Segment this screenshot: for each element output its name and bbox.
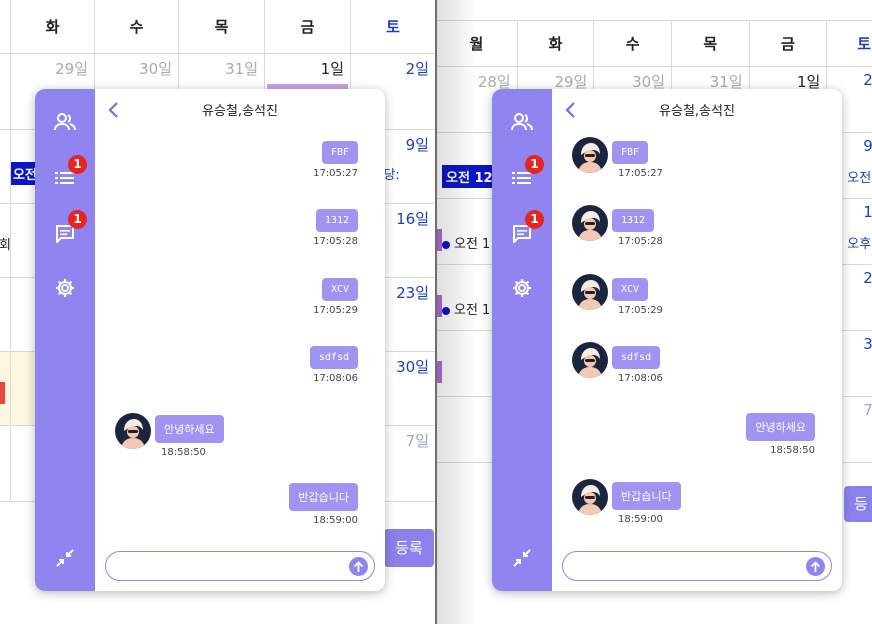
send-button[interactable] [349, 557, 368, 576]
day-cell[interactable]: 회 [0, 203, 11, 278]
weekday-header: 수 [593, 20, 672, 67]
message-time: 17:08:06 [313, 373, 358, 384]
event-tag[interactable] [0, 382, 5, 404]
chat-panel: 1 1 유승철,송석진 FBF 17:05:27 1312 17:05:28 X… [35, 89, 385, 591]
message-received: 반갑습니다 18:59:00 [612, 482, 681, 525]
weekday-header-prev [0, 0, 11, 54]
message-time: 17:05:27 [618, 168, 663, 179]
message-bubble[interactable]: 반갑습니다 [612, 482, 681, 510]
message-received: FBF 17:05:27 [612, 140, 663, 179]
chat-badge: 1 [68, 210, 87, 229]
message-time: 18:58:50 [161, 447, 206, 458]
message-sent: 1312 17:05:28 [313, 208, 358, 247]
message-received: 안녕하세요 18:58:50 [155, 415, 224, 458]
message-bubble[interactable]: 안녕하세요 [155, 415, 224, 443]
message-list: FBF 17:05:27 1312 17:05:28 XCV 17:05:29 … [95, 89, 385, 591]
message-input[interactable] [116, 552, 351, 580]
chat-badge: 1 [525, 210, 544, 229]
message-time: 18:59:00 [313, 515, 358, 526]
avatar[interactable] [572, 274, 608, 310]
message-time: 17:05:27 [313, 168, 358, 179]
message-time: 17:05:29 [313, 305, 358, 316]
message-time: 17:05:29 [618, 305, 663, 316]
avatar[interactable] [572, 479, 608, 515]
day-cell[interactable] [0, 277, 11, 352]
day-cell[interactable] [0, 425, 11, 502]
event-tag[interactable] [437, 229, 442, 251]
weekday-header: 금 [264, 0, 351, 54]
message-time: 18:58:50 [770, 445, 815, 456]
message-bubble[interactable]: XCV [321, 278, 358, 301]
message-bubble[interactable]: 1312 [315, 209, 358, 232]
list-badge: 1 [68, 155, 87, 174]
weekday-header-saturday: 토 [826, 20, 872, 67]
event-label[interactable]: 오후 1 [847, 233, 872, 252]
message-list: FBF 17:05:27 1312 17:05:28 XCV 17:05:29 [552, 89, 842, 591]
left-window: 화 수 목 금 토 29일 오 30일 31일 1일 2일 오전 9일 전 4시… [0, 0, 435, 624]
message-sent: XCV 17:05:29 [313, 277, 358, 316]
message-bubble[interactable]: 1312 [612, 209, 655, 232]
message-bubble[interactable]: sdfsd [612, 346, 661, 369]
chat-sidebar: 1 1 [492, 89, 552, 591]
right-window: 월 화 수 목 금 토 28일 29일 30일 31일 1일 2 4오전 12시… [437, 0, 872, 624]
message-sent: 반갑습니다 18:59:00 [289, 483, 358, 526]
message-sent: sdfsd 17:08:06 [309, 345, 358, 384]
day-cell[interactable] [0, 53, 11, 130]
message-bubble[interactable]: XCV [612, 278, 649, 301]
minimize-icon[interactable] [507, 543, 537, 573]
weekday-header: 금 [748, 20, 828, 67]
event-label[interactable]: 오전 4 [847, 167, 872, 186]
weekday-header: 수 [94, 0, 179, 54]
message-time: 17:05:28 [313, 236, 358, 247]
event-dot [442, 306, 450, 315]
message-time: 17:05:28 [618, 236, 663, 247]
register-button[interactable]: 등록 [384, 529, 434, 567]
users-icon[interactable] [507, 107, 537, 137]
day-cell[interactable] [0, 351, 11, 426]
event-label[interactable]: 회 [0, 234, 10, 253]
event-tag[interactable] [437, 361, 442, 383]
message-received: XCV 17:05:29 [612, 277, 663, 316]
event-dot [442, 240, 450, 249]
message-bubble[interactable]: FBF [321, 141, 358, 164]
weekday-header: 월 [437, 20, 518, 67]
chat-panel: 1 1 유승철,송석진 FBF 17:05:27 1312 17:05:28 X… [492, 89, 842, 591]
avatar[interactable] [572, 137, 608, 173]
send-button[interactable] [806, 557, 825, 576]
message-time: 17:08:06 [618, 373, 663, 384]
event-tag[interactable] [437, 295, 442, 317]
avatar[interactable] [572, 205, 608, 241]
gear-icon[interactable] [507, 273, 537, 303]
event-label[interactable]: 오전 1 [454, 303, 490, 318]
weekday-header: 화 [516, 20, 595, 67]
message-received: sdfsd 17:08:06 [612, 345, 663, 384]
message-bubble[interactable]: sdfsd [309, 346, 358, 369]
message-input-box [105, 551, 375, 581]
message-input-box [562, 551, 832, 581]
weekday-header: 화 [10, 0, 95, 54]
gear-icon[interactable] [50, 273, 80, 303]
avatar[interactable] [115, 413, 151, 449]
weekday-header: 목 [178, 0, 265, 54]
event-label[interactable]: 오전 1 [454, 237, 490, 252]
message-time: 18:59:00 [618, 514, 663, 525]
message-bubble[interactable]: FBF [612, 141, 649, 164]
message-sent: 안녕하세요 18:58:50 [746, 413, 815, 456]
minimize-icon[interactable] [50, 543, 80, 573]
message-input[interactable] [573, 552, 808, 580]
message-bubble[interactable]: 안녕하세요 [746, 413, 815, 441]
day-cell[interactable] [0, 129, 11, 204]
message-sent: FBF 17:05:27 [313, 140, 358, 179]
avatar[interactable] [572, 342, 608, 378]
message-received: 1312 17:05:28 [612, 208, 663, 247]
list-badge: 1 [525, 155, 544, 174]
message-bubble[interactable]: 반갑습니다 [289, 483, 358, 511]
users-icon[interactable] [50, 107, 80, 137]
chat-sidebar: 1 1 [35, 89, 95, 591]
register-button[interactable]: 등 [844, 486, 872, 522]
weekday-header-saturday: 토 [350, 0, 435, 54]
weekday-header: 목 [671, 20, 750, 67]
